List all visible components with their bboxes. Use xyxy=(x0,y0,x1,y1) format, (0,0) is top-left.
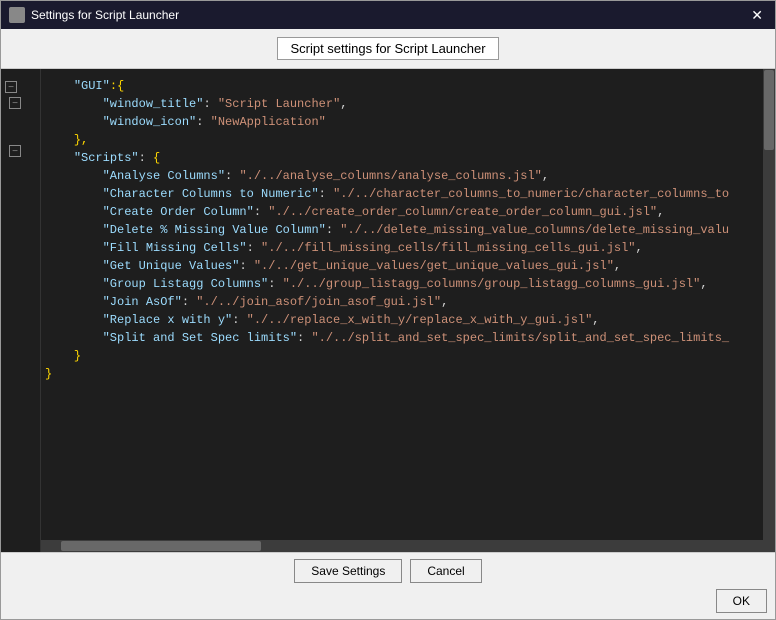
horizontal-scrollbar-thumb[interactable] xyxy=(61,541,261,551)
tree-node-root[interactable]: − xyxy=(1,79,40,95)
cancel-button[interactable]: Cancel xyxy=(410,559,481,583)
footer: Save Settings Cancel OK xyxy=(1,552,775,619)
code-panel[interactable]: "GUI":{ "window_title": "Script Launcher… xyxy=(41,69,763,540)
code-content: "GUI":{ "window_title": "Script Launcher… xyxy=(45,77,759,383)
vertical-scrollbar[interactable] xyxy=(763,69,775,540)
expand-icon-gui[interactable]: − xyxy=(9,97,21,109)
dialog-title: Script settings for Script Launcher xyxy=(277,37,498,60)
app-icon xyxy=(9,7,25,23)
vertical-scrollbar-thumb[interactable] xyxy=(764,70,774,150)
dialog-header: Script settings for Script Launcher xyxy=(1,29,775,69)
footer-ok: OK xyxy=(9,589,767,613)
ok-button[interactable]: OK xyxy=(716,589,767,613)
close-button[interactable]: ✕ xyxy=(747,8,767,22)
content-area: − − − "GUI":{ "window_title": "Script La… xyxy=(1,69,775,552)
main-window: Settings for Script Launcher ✕ Script se… xyxy=(0,0,776,620)
window-title: Settings for Script Launcher xyxy=(31,8,179,22)
tree-node-scripts[interactable]: − xyxy=(1,143,40,159)
expand-icon[interactable]: − xyxy=(5,81,17,93)
code-wrapper: "GUI":{ "window_title": "Script Launcher… xyxy=(41,69,775,552)
footer-buttons: Save Settings Cancel xyxy=(9,559,767,583)
tree-node-gui[interactable]: − xyxy=(1,95,40,111)
tree-panel: − − − xyxy=(1,69,41,552)
save-settings-button[interactable]: Save Settings xyxy=(294,559,402,583)
horizontal-scrollbar[interactable] xyxy=(41,540,775,552)
title-bar-left: Settings for Script Launcher xyxy=(9,7,179,23)
title-bar: Settings for Script Launcher ✕ xyxy=(1,1,775,29)
code-scroll-area[interactable]: "GUI":{ "window_title": "Script Launcher… xyxy=(41,69,775,540)
expand-icon-scripts[interactable]: − xyxy=(9,145,21,157)
